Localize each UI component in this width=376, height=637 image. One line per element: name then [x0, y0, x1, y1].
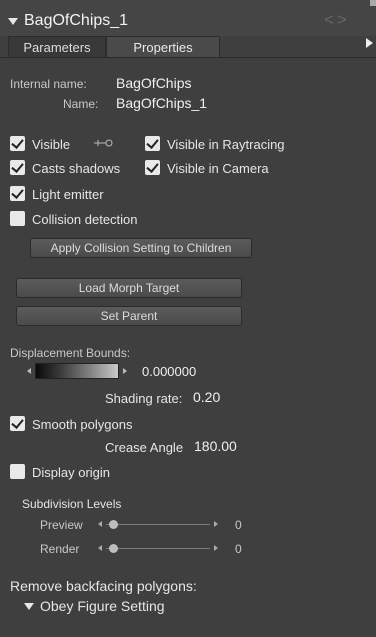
visible-camera-checkbox[interactable]	[145, 160, 160, 175]
backfacing-dropdown[interactable]: Obey Figure Setting	[24, 598, 165, 614]
load-morph-target-button[interactable]: Load Morph Target	[16, 278, 242, 298]
object-title-text: BagOfChips_1	[24, 12, 129, 29]
slider-track[interactable]	[106, 548, 210, 549]
light-emitter-label: Light emitter	[32, 187, 104, 202]
displacement-bounds-label: Displacement Bounds:	[10, 346, 131, 360]
tab-parameters[interactable]: Parameters	[8, 36, 106, 58]
visible-checkbox[interactable]	[10, 136, 25, 151]
nav-arrows[interactable]: <>	[324, 10, 350, 30]
displacement-dial[interactable]	[27, 363, 127, 379]
menu-corner-icon[interactable]	[370, 0, 376, 6]
slider-right-arrow-icon[interactable]	[214, 521, 218, 527]
visible-raytracing-checkbox[interactable]	[145, 136, 160, 151]
casts-shadows-label: Casts shadows	[32, 161, 121, 176]
smooth-polygons-label: Smooth polygons	[32, 417, 133, 432]
collapse-triangle-icon[interactable]	[8, 17, 18, 25]
dial-right-arrow-icon[interactable]	[123, 368, 127, 374]
shading-rate-value[interactable]: 0.20	[193, 389, 220, 405]
visible-camera-label: Visible in Camera	[167, 161, 269, 176]
collision-detection-label: Collision detection	[32, 212, 138, 227]
tab-bar: Parameters Properties	[0, 36, 376, 58]
slider-left-arrow-icon[interactable]	[98, 521, 102, 527]
apply-collision-button[interactable]: Apply Collision Setting to Children	[30, 238, 252, 258]
render-value[interactable]: 0	[235, 542, 242, 556]
visible-raytracing-label: Visible in Raytracing	[167, 137, 285, 152]
expand-right-arrow-icon[interactable]	[366, 38, 373, 48]
backfacing-option: Obey Figure Setting	[40, 598, 165, 614]
casts-shadows-checkbox[interactable]	[10, 160, 25, 175]
shading-rate-label: Shading rate:	[105, 391, 183, 406]
backfacing-label: Remove backfacing polygons:	[10, 578, 197, 594]
name-label: Name:	[63, 97, 99, 111]
displacement-value[interactable]: 0.000000	[142, 364, 196, 379]
collision-detection-checkbox[interactable]	[10, 211, 25, 226]
panel-header: BagOfChips_1 <>	[0, 0, 376, 36]
properties-panel: BagOfChips_1 <> Parameters Properties In…	[0, 0, 376, 637]
tab-properties[interactable]: Properties	[106, 36, 220, 58]
link-icon[interactable]	[94, 138, 114, 148]
subdivision-levels-title: Subdivision Levels	[22, 497, 122, 511]
display-origin-checkbox[interactable]	[10, 464, 25, 479]
smooth-polygons-checkbox[interactable]	[10, 416, 25, 431]
slider-knob[interactable]	[109, 544, 118, 553]
slider-track[interactable]	[106, 524, 210, 525]
render-slider[interactable]	[98, 542, 222, 556]
dropdown-triangle-icon[interactable]	[24, 602, 34, 610]
tab-divider	[0, 57, 376, 58]
name-value[interactable]: BagOfChips_1	[116, 95, 207, 111]
dial-left-arrow-icon[interactable]	[27, 368, 31, 374]
internal-name-value: BagOfChips	[116, 75, 192, 91]
light-emitter-checkbox[interactable]	[10, 186, 25, 201]
preview-slider[interactable]	[98, 518, 222, 532]
crease-angle-label: Crease Angle	[105, 440, 184, 455]
preview-value[interactable]: 0	[235, 518, 242, 532]
visible-label: Visible	[32, 137, 71, 152]
crease-angle-value[interactable]: 180.00	[194, 438, 237, 454]
render-label: Render	[40, 542, 80, 556]
internal-name-label: Internal name:	[10, 77, 87, 91]
preview-label: Preview	[40, 518, 83, 532]
slider-left-arrow-icon[interactable]	[98, 545, 102, 551]
slider-knob[interactable]	[109, 520, 118, 529]
object-title[interactable]: BagOfChips_1	[8, 12, 128, 30]
dial-gradient[interactable]	[35, 363, 119, 379]
slider-right-arrow-icon[interactable]	[214, 545, 218, 551]
set-parent-button[interactable]: Set Parent	[16, 306, 242, 326]
display-origin-label: Display origin	[32, 465, 111, 480]
